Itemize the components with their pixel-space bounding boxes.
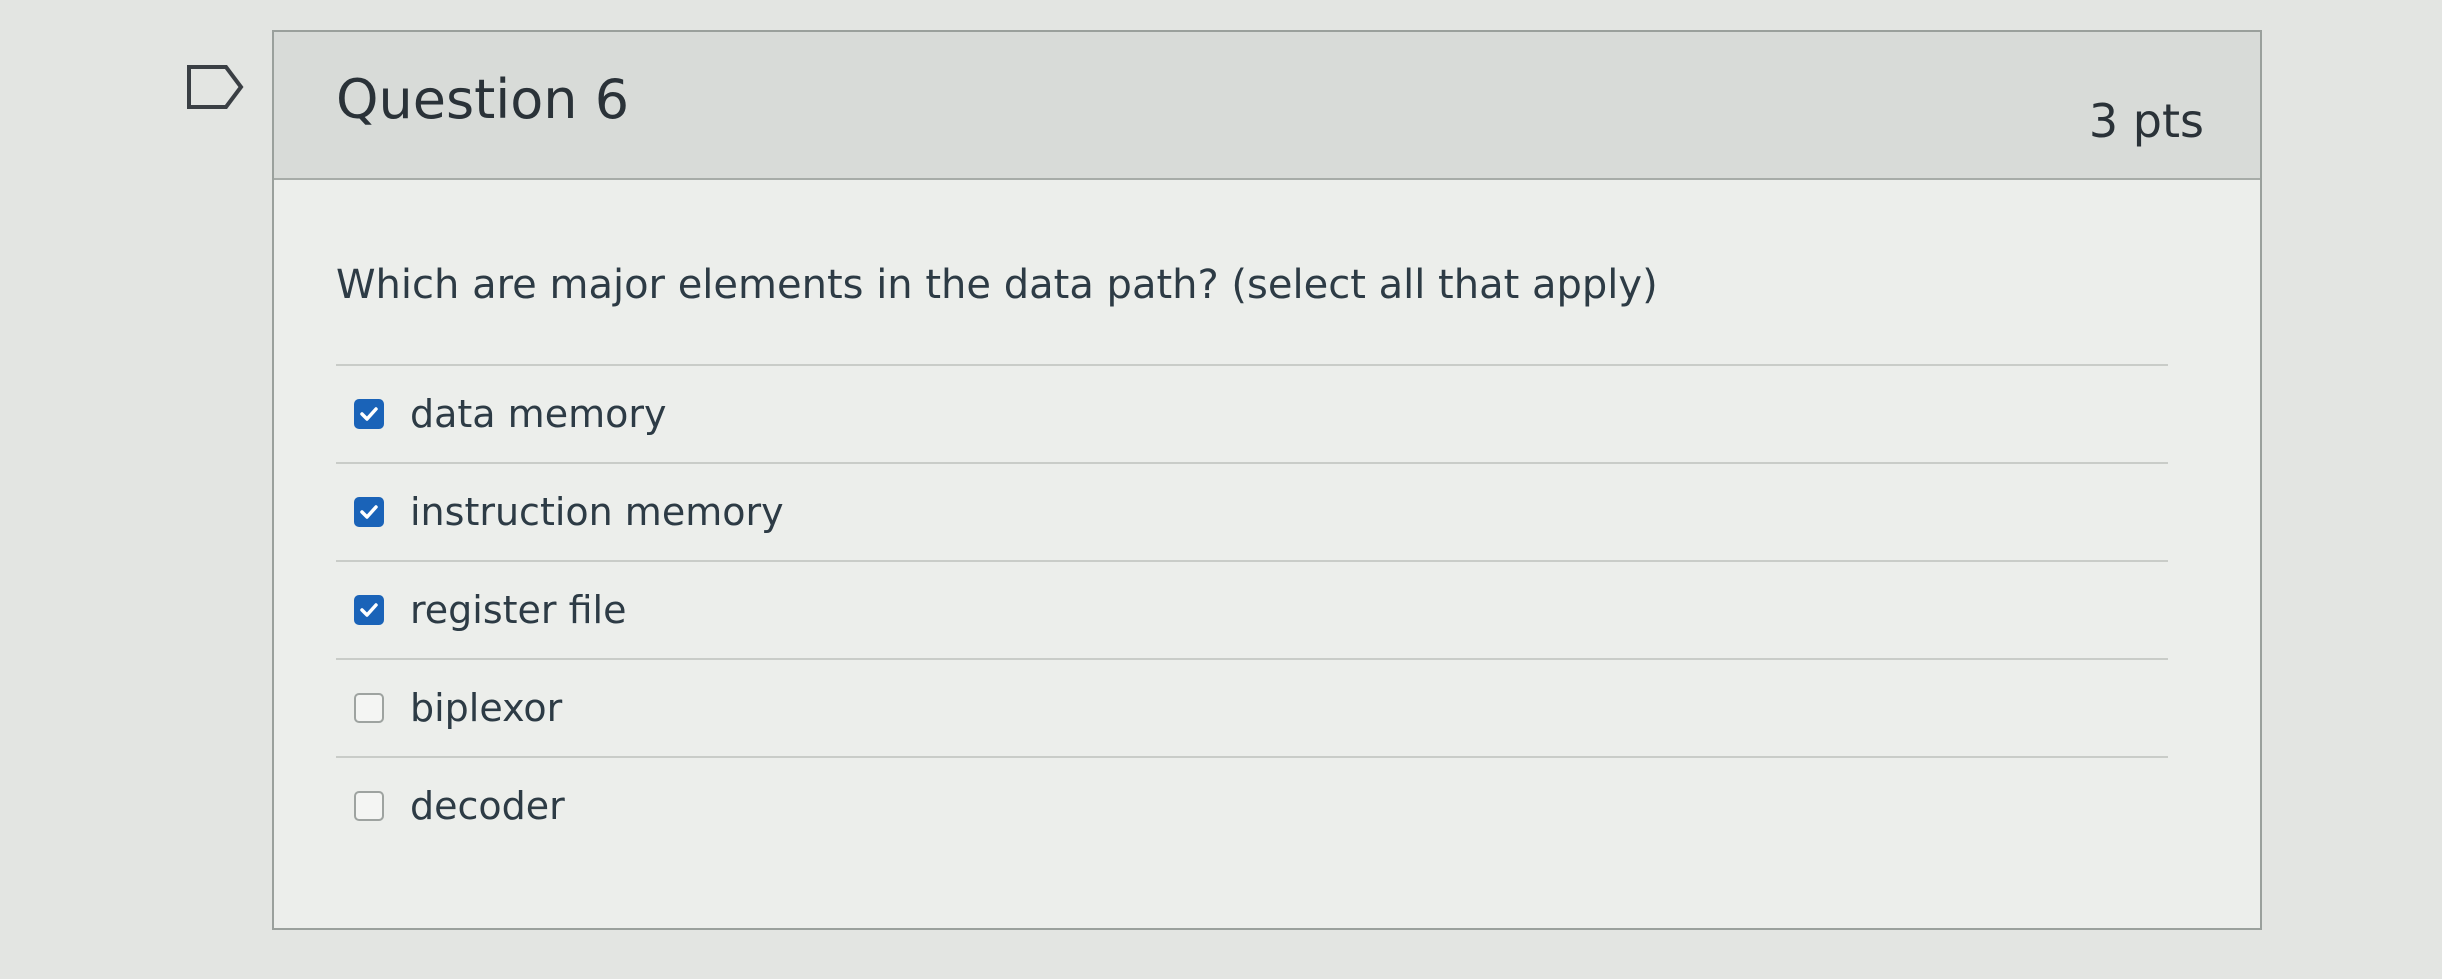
answer-label: decoder	[410, 784, 565, 828]
question-title: Question 6	[336, 68, 630, 131]
answer-option[interactable]: biplexor	[336, 660, 2168, 758]
question-points: 3 pts	[2088, 94, 2204, 148]
answer-label: register file	[410, 588, 627, 632]
answer-option[interactable]: decoder	[336, 758, 2168, 854]
answer-checkbox[interactable]	[354, 693, 384, 723]
check-icon	[360, 603, 378, 617]
check-icon	[360, 505, 378, 519]
answer-label: biplexor	[410, 686, 563, 730]
question-text: Which are major elements in the data pat…	[336, 262, 1658, 308]
check-icon	[360, 407, 378, 421]
answer-option[interactable]: instruction memory	[336, 464, 2168, 562]
answer-option[interactable]: data memory	[336, 366, 2168, 464]
question-header: Question 6 3 pts	[274, 32, 2260, 180]
flag-question-icon[interactable]	[186, 64, 244, 110]
answer-checkbox[interactable]	[354, 595, 384, 625]
answer-checkbox[interactable]	[354, 791, 384, 821]
answer-checkbox[interactable]	[354, 399, 384, 429]
answer-label: data memory	[410, 392, 667, 436]
answer-label: instruction memory	[410, 490, 784, 534]
answer-list: data memory instruction memory register …	[336, 364, 2168, 854]
question-body: Which are major elements in the data pat…	[274, 262, 2260, 854]
answer-option[interactable]: register file	[336, 562, 2168, 660]
answer-checkbox[interactable]	[354, 497, 384, 527]
question-card: Question 6 3 pts Which are major element…	[272, 30, 2262, 930]
